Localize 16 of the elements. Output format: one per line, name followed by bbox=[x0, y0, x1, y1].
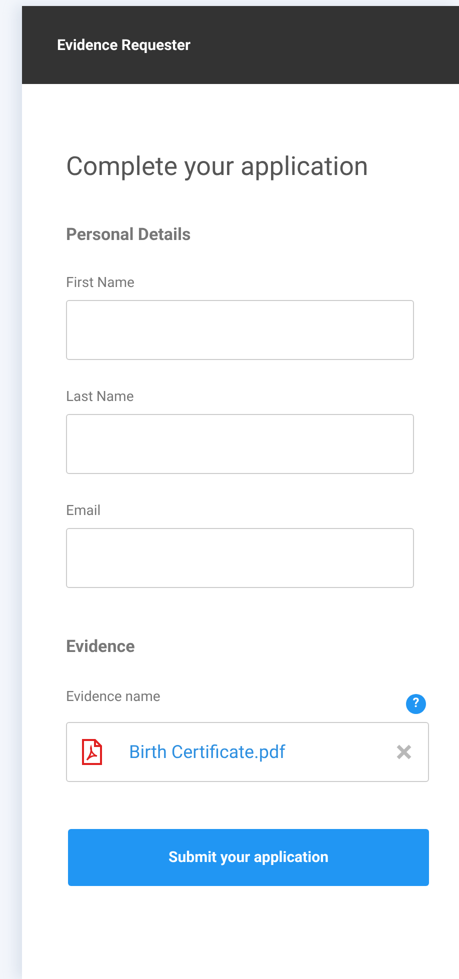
submit-button[interactable]: Submit your application bbox=[68, 829, 429, 886]
section-heading: Evidence bbox=[66, 636, 136, 658]
field-label: First Name bbox=[66, 274, 136, 292]
app-title: Evidence Requester bbox=[57, 34, 190, 56]
input-field[interactable] bbox=[66, 528, 414, 588]
remove-icon[interactable] bbox=[396, 744, 412, 760]
file-link[interactable]: Birth Certificate.pdf bbox=[129, 738, 396, 766]
input-field[interactable] bbox=[66, 300, 414, 360]
field-label: Last Name bbox=[66, 388, 135, 406]
input-field[interactable] bbox=[66, 414, 414, 474]
pdf-file-icon bbox=[81, 739, 103, 765]
page-heading: Complete your application bbox=[66, 151, 370, 184]
section-heading: Personal Details bbox=[66, 224, 192, 246]
help-button[interactable]: ? bbox=[406, 694, 426, 714]
field-label: Evidence name bbox=[66, 688, 160, 706]
field-label: Email bbox=[66, 502, 102, 520]
